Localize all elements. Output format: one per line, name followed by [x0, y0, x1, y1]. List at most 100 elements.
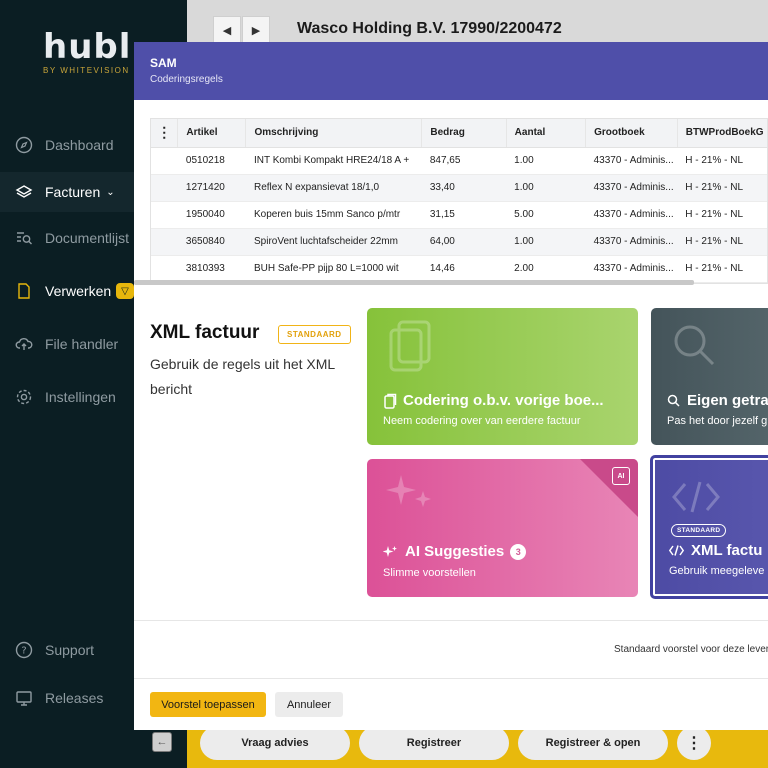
option-card-previous-coding[interactable]: Codering o.b.v. vorige boe... Neem coder… — [367, 308, 638, 445]
invoice-title: Wasco Holding B.V. 17990/2200472 — [297, 20, 562, 37]
cell-artikel: 1950040 — [177, 201, 246, 229]
column-header[interactable]: Aantal — [505, 119, 586, 148]
vraag-advies-button[interactable]: Vraag advies — [200, 726, 350, 760]
cell-aantal: 5.00 — [506, 201, 586, 229]
table-row[interactable]: 3810393 BUH Safe-PP pijp 80 L=1000 wit 1… — [151, 255, 767, 283]
cell-btw: H - 21% - NL — [677, 228, 767, 256]
selected-option-description: Gebruik de regels uit het XML bericht — [150, 356, 335, 397]
cell-btw: H - 21% - NL — [677, 147, 767, 175]
coding-table: ⋮ Artikel Omschrijving Bedrag Aantal Gro… — [150, 118, 768, 284]
card-title: Codering o.b.v. vorige boe... — [383, 392, 604, 409]
sidebar-item-label: Documentlijst — [45, 230, 130, 246]
default-suggestion-note: Standaard voorstel voor deze leveran — [614, 644, 768, 655]
dialog-subtitle: Coderingsregels — [150, 74, 223, 85]
card-title-text: Codering o.b.v. vorige boe... — [403, 392, 604, 409]
divider — [134, 620, 768, 621]
cell-artikel: 3650840 — [177, 228, 246, 256]
column-header[interactable]: BTWProdBoekG — [676, 119, 767, 148]
table-row[interactable]: 3650840 SpiroVent luchtafscheider 22mm 6… — [151, 228, 767, 256]
column-header[interactable]: Artikel — [177, 119, 246, 148]
divider — [134, 678, 768, 679]
help-icon: ? — [15, 641, 33, 659]
sidebar-item-label: Dashboard — [45, 137, 114, 153]
option-card-own-trained[interactable]: Eigen getra Pas het door jezelf g — [651, 308, 768, 445]
cell-omschrijving: BUH Safe-PP pijp 80 L=1000 wit — [245, 255, 422, 283]
next-button[interactable]: ▶ — [242, 16, 270, 44]
cell-omschrijving: Koperen buis 15mm Sanco p/mtr — [245, 201, 422, 229]
cell-aantal: 1.00 — [506, 228, 586, 256]
filter-badge: ▽ — [116, 283, 134, 299]
cell-btw: H - 21% - NL — [677, 174, 767, 202]
search-icon — [667, 394, 680, 407]
sidebar-item-label: Facturen — [45, 184, 101, 200]
cell-btw: H - 21% - NL — [677, 255, 767, 283]
option-card-ai-suggestions[interactable]: AI AI Suggesties 3 Slimme voorstellen — [367, 459, 638, 597]
table-header-row: ⋮ Artikel Omschrijving Bedrag Aantal Gro… — [151, 119, 767, 148]
chevron-down-icon: ⌄ — [106, 186, 115, 198]
cell-bedrag: 14,46 — [421, 255, 507, 283]
card-description: Pas het door jezelf g — [667, 415, 768, 427]
layers-icon — [15, 183, 33, 201]
cell-aantal: 1.00 — [506, 147, 586, 175]
monitor-icon — [15, 689, 33, 707]
column-header[interactable]: Grootboek — [585, 119, 678, 148]
sparkle-icon — [383, 545, 397, 557]
cell-grootboek: 43370 - Adminis... — [585, 228, 678, 256]
sidebar-item-label: Releases — [45, 690, 104, 706]
cell-bedrag: 31,15 — [421, 201, 507, 229]
cell-omschrijving: INT Kombi Kompakt HRE24/18 A + — [245, 147, 422, 175]
sidebar-item-label: Instellingen — [45, 389, 116, 405]
search-list-icon — [15, 229, 33, 247]
table-row[interactable]: 1950040 Koperen buis 15mm Sanco p/mtr 31… — [151, 201, 767, 229]
horizontal-scrollbar[interactable] — [134, 280, 694, 285]
suggestion-count-badge: 3 — [510, 543, 527, 560]
card-title: AI Suggesties 3 — [383, 543, 527, 560]
standaard-badge: STANDAARD — [671, 524, 727, 537]
cell-aantal: 2.00 — [506, 255, 586, 283]
table-row[interactable]: 0510218 INT Kombi Kompakt HRE24/18 A + 8… — [151, 147, 767, 175]
cell-omschrijving: SpiroVent luchtafscheider 22mm — [245, 228, 422, 256]
column-header[interactable]: Bedrag — [421, 119, 507, 148]
cloud-upload-icon — [15, 335, 33, 353]
sidebar-item-label: Support — [45, 642, 95, 658]
cell-aantal: 1.00 — [506, 174, 586, 202]
back-arrow-icon[interactable]: ← — [152, 732, 172, 752]
ai-chip-icon: AI — [612, 467, 630, 485]
logo-text: hubl — [43, 27, 132, 67]
cell-bedrag: 33,40 — [421, 174, 507, 202]
svg-text:?: ? — [21, 646, 26, 657]
cell-artikel: 3810393 — [177, 255, 246, 283]
compass-icon — [15, 136, 33, 154]
dialog-title: SAM — [150, 56, 177, 70]
more-options-button[interactable]: ⋮ — [677, 726, 711, 760]
selected-option-title: XML factuur — [150, 322, 260, 343]
sparkle-icon — [386, 475, 431, 507]
prev-button[interactable]: ◀ — [213, 16, 241, 44]
option-card-xml-invoice[interactable]: STANDAARD XML factu Gebruik meegeleve — [650, 455, 768, 599]
cell-artikel: 1271420 — [177, 174, 246, 202]
column-header[interactable]: Omschrijving — [245, 119, 422, 148]
column-menu-icon[interactable]: ⋮ — [151, 119, 178, 148]
cell-omschrijving: Reflex N expansievat 18/1,0 — [245, 174, 422, 202]
cell-bedrag: 847,65 — [421, 147, 507, 175]
copy-icon — [389, 320, 431, 372]
apply-suggestion-button[interactable]: Voorstel toepassen — [150, 692, 266, 717]
cell-grootboek: 43370 - Adminis... — [585, 147, 678, 175]
logo[interactable]: hubl BY WHITEVISION — [43, 30, 131, 75]
document-icon — [15, 282, 33, 300]
table-row[interactable]: 1271420 Reflex N expansievat 18/1,0 33,4… — [151, 174, 767, 202]
registreer-button[interactable]: Registreer — [359, 726, 509, 760]
code-icon — [672, 481, 720, 513]
registreer-open-button[interactable]: Registreer & open — [518, 726, 668, 760]
cell-grootboek: 43370 - Adminis... — [585, 201, 678, 229]
logo-subtitle: BY WHITEVISION — [43, 66, 130, 75]
sidebar-item-label: Verwerken — [45, 283, 112, 299]
card-title-text: Eigen getra — [687, 392, 768, 409]
code-icon — [669, 545, 684, 556]
cancel-button[interactable]: Annuleer — [275, 692, 343, 717]
card-description: Gebruik meegeleve — [669, 565, 765, 577]
coding-rules-dialog: SAM Coderingsregels ⋮ Artikel Omschrijvi… — [134, 42, 768, 730]
standaard-badge: STANDAARD — [278, 325, 351, 344]
cell-artikel: 0510218 — [177, 147, 246, 175]
card-description: Neem codering over van eerdere factuur — [383, 415, 581, 427]
